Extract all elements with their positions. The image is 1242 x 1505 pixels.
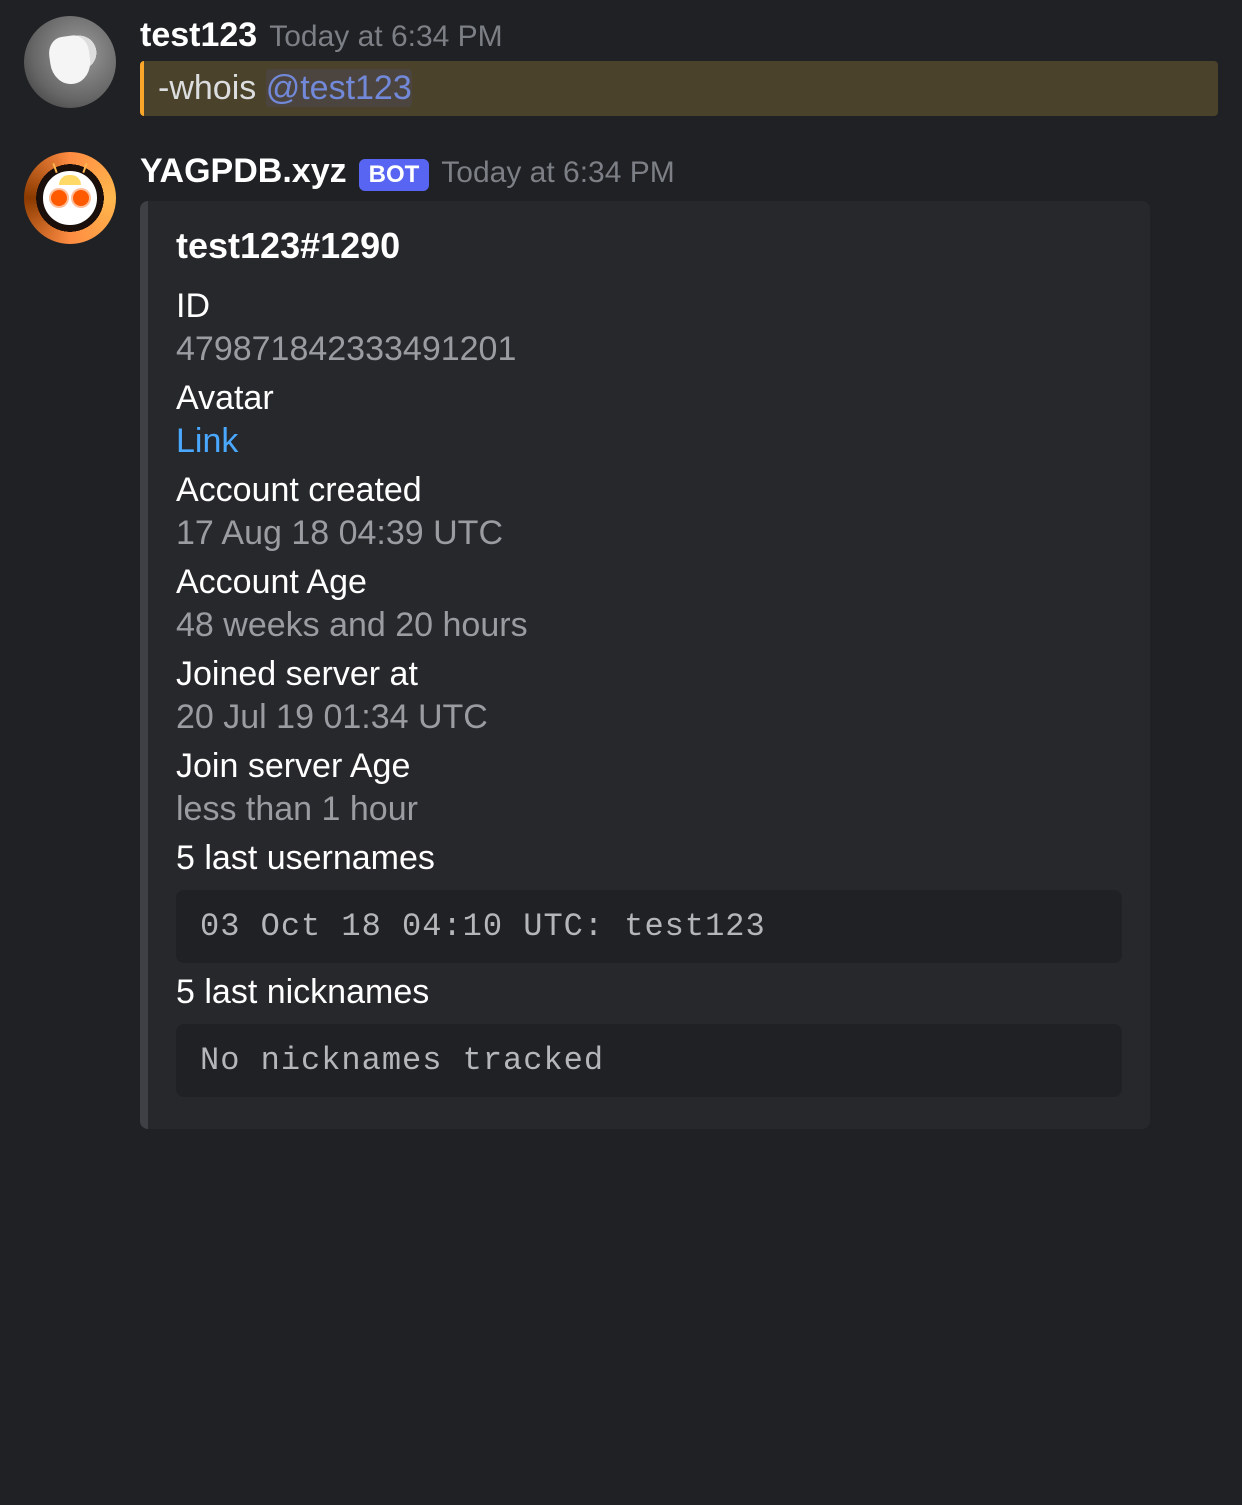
avatar-link[interactable]: Link: [176, 422, 1122, 461]
embed-title: test123#1290: [176, 225, 1122, 267]
username[interactable]: test123: [140, 16, 257, 55]
message-header: YAGPDB.xyz BOT Today at 6:34 PM: [140, 152, 1218, 191]
command-message: -whois @test123: [140, 61, 1218, 116]
code-block-usernames: 03 Oct 18 04:10 UTC: test123: [176, 890, 1122, 963]
timestamp: Today at 6:34 PM: [269, 20, 502, 54]
field-value-id: 479871842333491201: [176, 330, 1122, 369]
message-body: test123 Today at 6:34 PM -whois @test123: [140, 16, 1218, 116]
field-name-created: Account created: [176, 471, 1122, 510]
robot-face-icon: [43, 171, 96, 224]
message-body: YAGPDB.xyz BOT Today at 6:34 PM test123#…: [140, 152, 1218, 1129]
command-text: -whois: [158, 69, 266, 107]
field-name-joined: Joined server at: [176, 655, 1122, 694]
field-value-account-age: 48 weeks and 20 hours: [176, 606, 1122, 645]
timestamp: Today at 6:34 PM: [441, 156, 674, 190]
username[interactable]: YAGPDB.xyz: [140, 152, 347, 191]
avatar[interactable]: [24, 16, 116, 108]
bot-badge: BOT: [359, 159, 430, 191]
field-name-join-age: Join server Age: [176, 747, 1122, 786]
field-name-id: ID: [176, 287, 1122, 326]
message-bot: YAGPDB.xyz BOT Today at 6:34 PM test123#…: [0, 124, 1242, 1137]
code-block-nicknames: No nicknames tracked: [176, 1024, 1122, 1097]
mention[interactable]: @test123: [266, 69, 412, 107]
field-name-nicknames: 5 last nicknames: [176, 973, 1122, 1012]
message-user: test123 Today at 6:34 PM -whois @test123: [0, 0, 1242, 124]
field-name-avatar: Avatar: [176, 379, 1122, 418]
field-value-joined: 20 Jul 19 01:34 UTC: [176, 698, 1122, 737]
field-name-usernames: 5 last usernames: [176, 839, 1122, 878]
field-value-join-age: less than 1 hour: [176, 790, 1122, 829]
embed: test123#1290 ID 479871842333491201 Avata…: [140, 201, 1150, 1129]
field-name-account-age: Account Age: [176, 563, 1122, 602]
avatar[interactable]: [24, 152, 116, 244]
message-header: test123 Today at 6:34 PM: [140, 16, 1218, 55]
field-value-created: 17 Aug 18 04:39 UTC: [176, 514, 1122, 553]
